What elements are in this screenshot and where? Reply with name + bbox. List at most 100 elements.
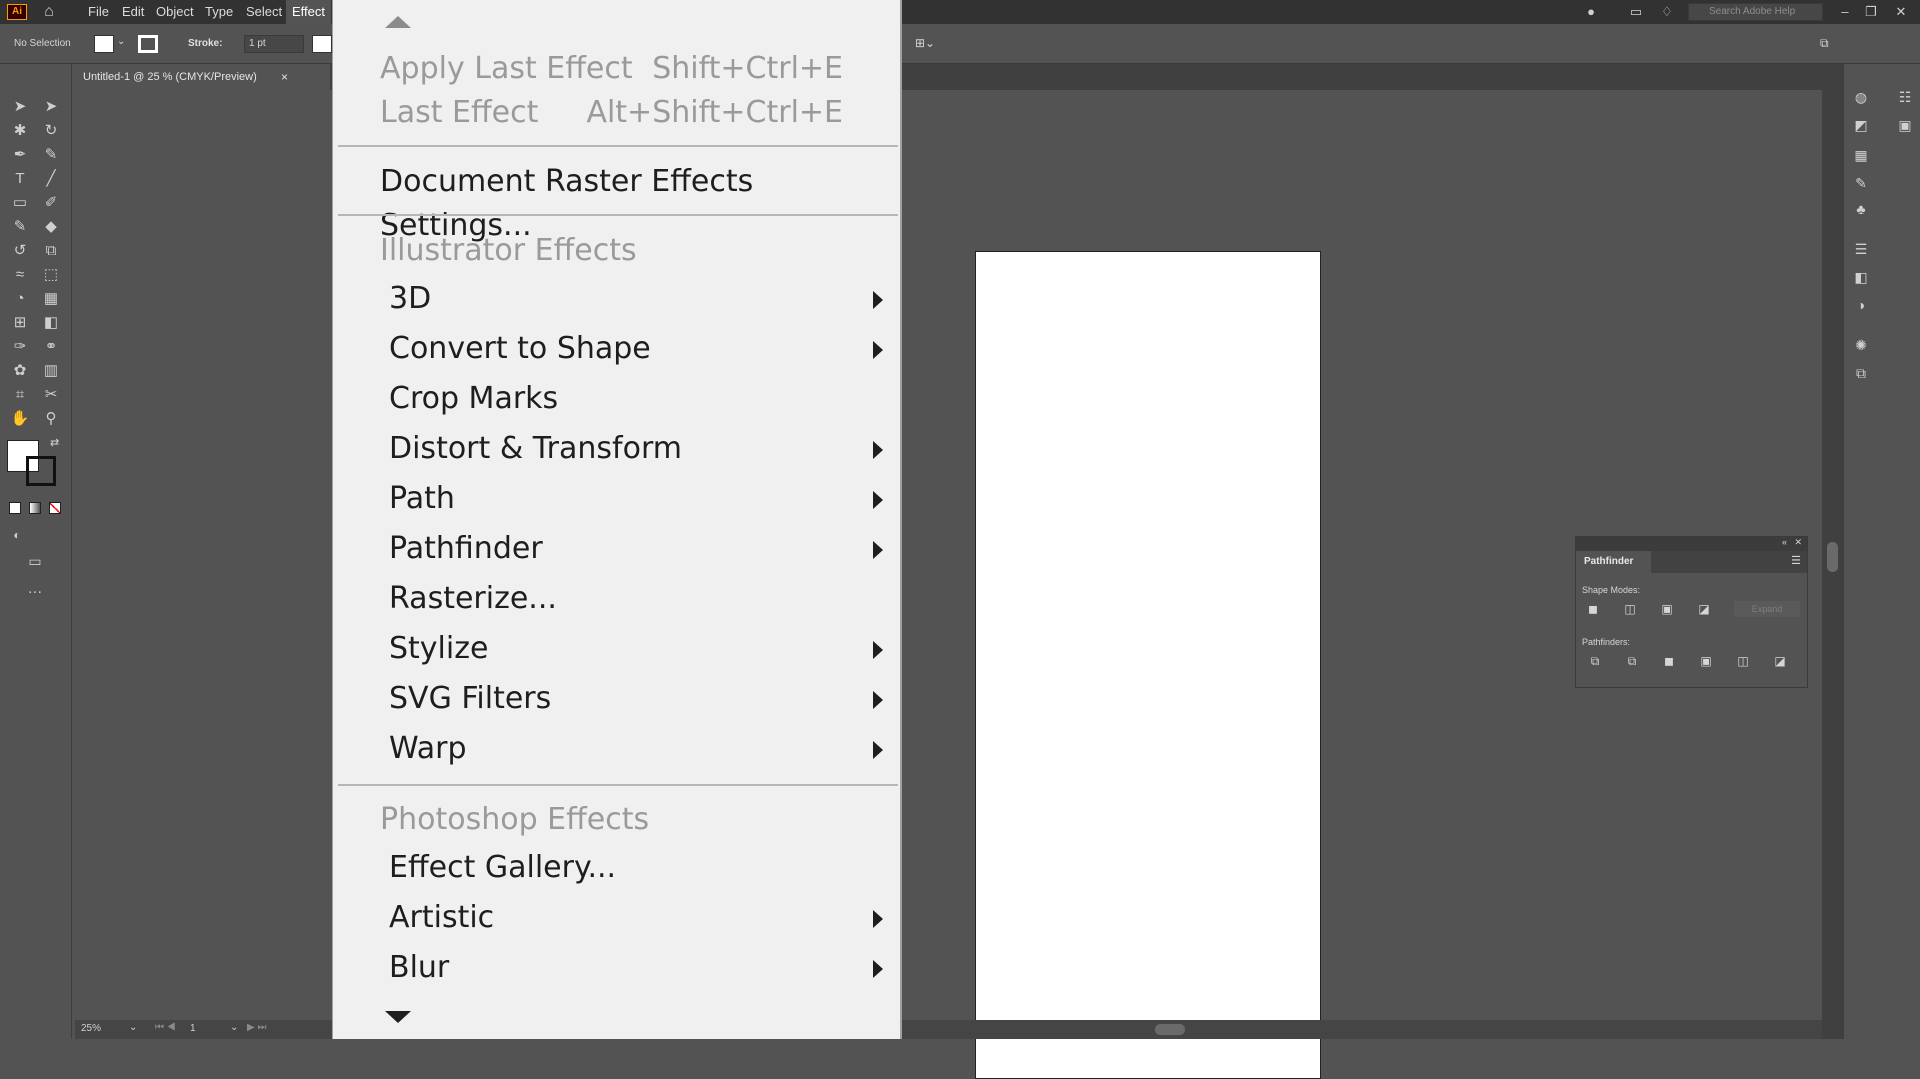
asset-export-icon[interactable]: ▣ (1894, 114, 1916, 136)
more-tools-icon[interactable]: … (24, 578, 46, 600)
stroke-color-swatch[interactable] (26, 456, 56, 486)
draw-mode-icon[interactable]: ◐ (6, 524, 28, 546)
user-icon[interactable]: ● (1582, 3, 1600, 21)
lightbulb-icon[interactable]: ♢ (1658, 3, 1676, 21)
menu-item-path[interactable]: Path (333, 477, 901, 521)
zoom-tool-icon[interactable]: ⚲ (40, 408, 62, 430)
menu-item-convert-to-shape[interactable]: Convert to Shape (333, 327, 901, 371)
menu-item-blur[interactable]: Blur (333, 946, 901, 990)
search-input[interactable]: Search Adobe Help (1688, 3, 1823, 21)
menu-select[interactable]: Select (240, 0, 288, 24)
exclude-icon[interactable]: ◪ (1695, 601, 1713, 617)
gradient-panel-icon[interactable]: ◧ (1850, 266, 1872, 288)
curvature-tool-icon[interactable]: ✎ (40, 144, 62, 166)
scale-tool-icon[interactable]: ⧉ (40, 240, 62, 262)
close-panel-icon[interactable]: ✕ (1794, 537, 1802, 548)
menu-item-crop-marks[interactable]: Crop Marks (333, 377, 901, 421)
gradient-tool-icon[interactable]: ◧ (40, 312, 62, 334)
menu-item-document-raster-settings[interactable]: Document Raster Effects Settings... (333, 160, 901, 243)
symbols-icon[interactable]: ♣ (1850, 198, 1872, 220)
direct-selection-tool-icon[interactable]: ➤ (40, 96, 62, 118)
perspective-grid-icon[interactable]: ▦ (40, 288, 62, 310)
fill-swatch[interactable] (94, 35, 114, 53)
stroke-style-swatch[interactable] (312, 35, 332, 53)
first-artboard-icon[interactable]: ⏮ ◀ (155, 1022, 176, 1033)
stroke-panel-icon[interactable]: ☰ (1850, 238, 1872, 260)
rectangle-tool-icon[interactable]: ▭ (9, 192, 31, 214)
graph-tool-icon[interactable]: ▥ (40, 360, 62, 382)
screen-mode-icon[interactable]: ▭ (24, 550, 46, 572)
panel-menu-icon[interactable]: ☰ (1791, 554, 1801, 567)
crop-icon[interactable]: ▣ (1697, 653, 1715, 669)
unite-icon[interactable]: ◼ (1584, 601, 1602, 617)
menu-object[interactable]: Object (150, 0, 200, 24)
scroll-thumb[interactable] (1827, 542, 1838, 572)
align-icon[interactable]: ⊞⌄ (915, 36, 935, 50)
menu-effect[interactable]: Effect (286, 0, 332, 24)
pen-tool-icon[interactable]: ✒ (9, 144, 31, 166)
restore-icon[interactable]: ❐ (1862, 3, 1880, 21)
menu-edit[interactable]: Edit (116, 0, 150, 24)
eraser-icon[interactable]: ◆ (40, 216, 62, 238)
graphic-styles-icon[interactable]: ⧉ (1850, 362, 1872, 384)
artboard-tool-icon[interactable]: ⌗ (9, 384, 31, 406)
arrange-icon[interactable]: ⧉ (1820, 36, 1829, 51)
color-mode-none[interactable] (49, 502, 61, 514)
close-tab-icon[interactable]: × (281, 64, 288, 90)
menu-item-svg-filters[interactable]: SVG Filters (333, 677, 901, 721)
divide-icon[interactable]: ⧉ (1586, 653, 1604, 669)
menu-item-apply-last-effect[interactable]: Apply Last Effect Shift+Ctrl+E (333, 47, 901, 91)
eyedropper-icon[interactable]: ✑ (9, 336, 31, 358)
menu-item-distort-transform[interactable]: Distort & Transform (333, 427, 901, 471)
properties-icon[interactable]: ◍ (1850, 86, 1872, 108)
transparency-icon[interactable]: ◑ (1850, 294, 1872, 316)
expand-button[interactable]: Expand (1734, 601, 1800, 617)
menu-item-artistic[interactable]: Artistic (333, 896, 901, 940)
home-icon[interactable]: ⌂ (40, 3, 58, 21)
minus-front-icon[interactable]: ◫ (1621, 601, 1639, 617)
magic-wand-icon[interactable]: ✱ (9, 120, 31, 142)
panel-options-icon[interactable]: ☷ (1894, 86, 1916, 108)
workspace-icon[interactable]: ▭ (1627, 3, 1645, 21)
stroke-weight-input[interactable]: 1 pt (244, 35, 304, 53)
shaper-tool-icon[interactable]: ✎ (9, 216, 31, 238)
chevron-down-icon[interactable]: ⌄ (129, 1022, 137, 1033)
mesh-tool-icon[interactable]: ⊞ (9, 312, 31, 334)
panel-header[interactable]: « ✕ (1576, 537, 1807, 551)
menu-item-stylize[interactable]: Stylize (333, 627, 901, 671)
menu-item-rasterize[interactable]: Rasterize... (333, 577, 901, 621)
paintbrush-icon[interactable]: ✐ (40, 192, 62, 214)
minus-back-icon[interactable]: ◪ (1771, 653, 1789, 669)
menu-type[interactable]: Type (199, 0, 239, 24)
brushes-icon[interactable]: ✎ (1850, 172, 1872, 194)
chevron-down-icon[interactable]: ⌄ (230, 1022, 238, 1033)
close-window-icon[interactable]: ✕ (1892, 3, 1910, 21)
hand-tool-icon[interactable]: ✋ (9, 408, 31, 430)
artboard-number[interactable]: 1 (190, 1023, 196, 1034)
layers-icon[interactable]: ◩ (1850, 114, 1872, 136)
line-tool-icon[interactable]: ╱ (40, 168, 62, 190)
horizontal-scroll-thumb[interactable] (1155, 1024, 1185, 1035)
tab-pathfinder[interactable]: Pathfinder (1576, 551, 1651, 573)
lasso-icon[interactable]: ↻ (40, 120, 62, 142)
free-transform-icon[interactable]: ⬚ (40, 264, 62, 286)
shape-builder-icon[interactable]: ◔ (9, 288, 31, 310)
swap-colors-icon[interactable]: ⇄ (50, 436, 59, 449)
collapse-icon[interactable]: « (1782, 537, 1787, 547)
minimize-icon[interactable]: – (1836, 3, 1854, 21)
artboard[interactable] (975, 251, 1321, 1079)
menu-item-last-effect[interactable]: Last Effect Alt+Shift+Ctrl+E (333, 91, 901, 135)
vertical-scrollbar[interactable] (1822, 64, 1843, 1039)
menu-scroll-up-icon[interactable] (385, 16, 411, 28)
menu-item-effect-gallery[interactable]: Effect Gallery... (333, 846, 901, 890)
width-tool-icon[interactable]: ≈ (9, 264, 31, 286)
type-tool-icon[interactable]: T (9, 168, 31, 190)
blend-tool-icon[interactable]: ⚭ (40, 336, 62, 358)
menu-item-3d[interactable]: 3D (333, 277, 901, 321)
intersect-icon[interactable]: ▣ (1658, 601, 1676, 617)
document-tab[interactable]: Untitled-1 @ 25 % (CMYK/Preview) × (75, 64, 330, 90)
stroke-swatch[interactable] (138, 35, 158, 53)
libraries-icon[interactable]: ▦ (1850, 144, 1872, 166)
last-artboard-icon[interactable]: ▶ ⏭ (247, 1022, 266, 1033)
menu-scroll-down-icon[interactable] (385, 1011, 411, 1023)
